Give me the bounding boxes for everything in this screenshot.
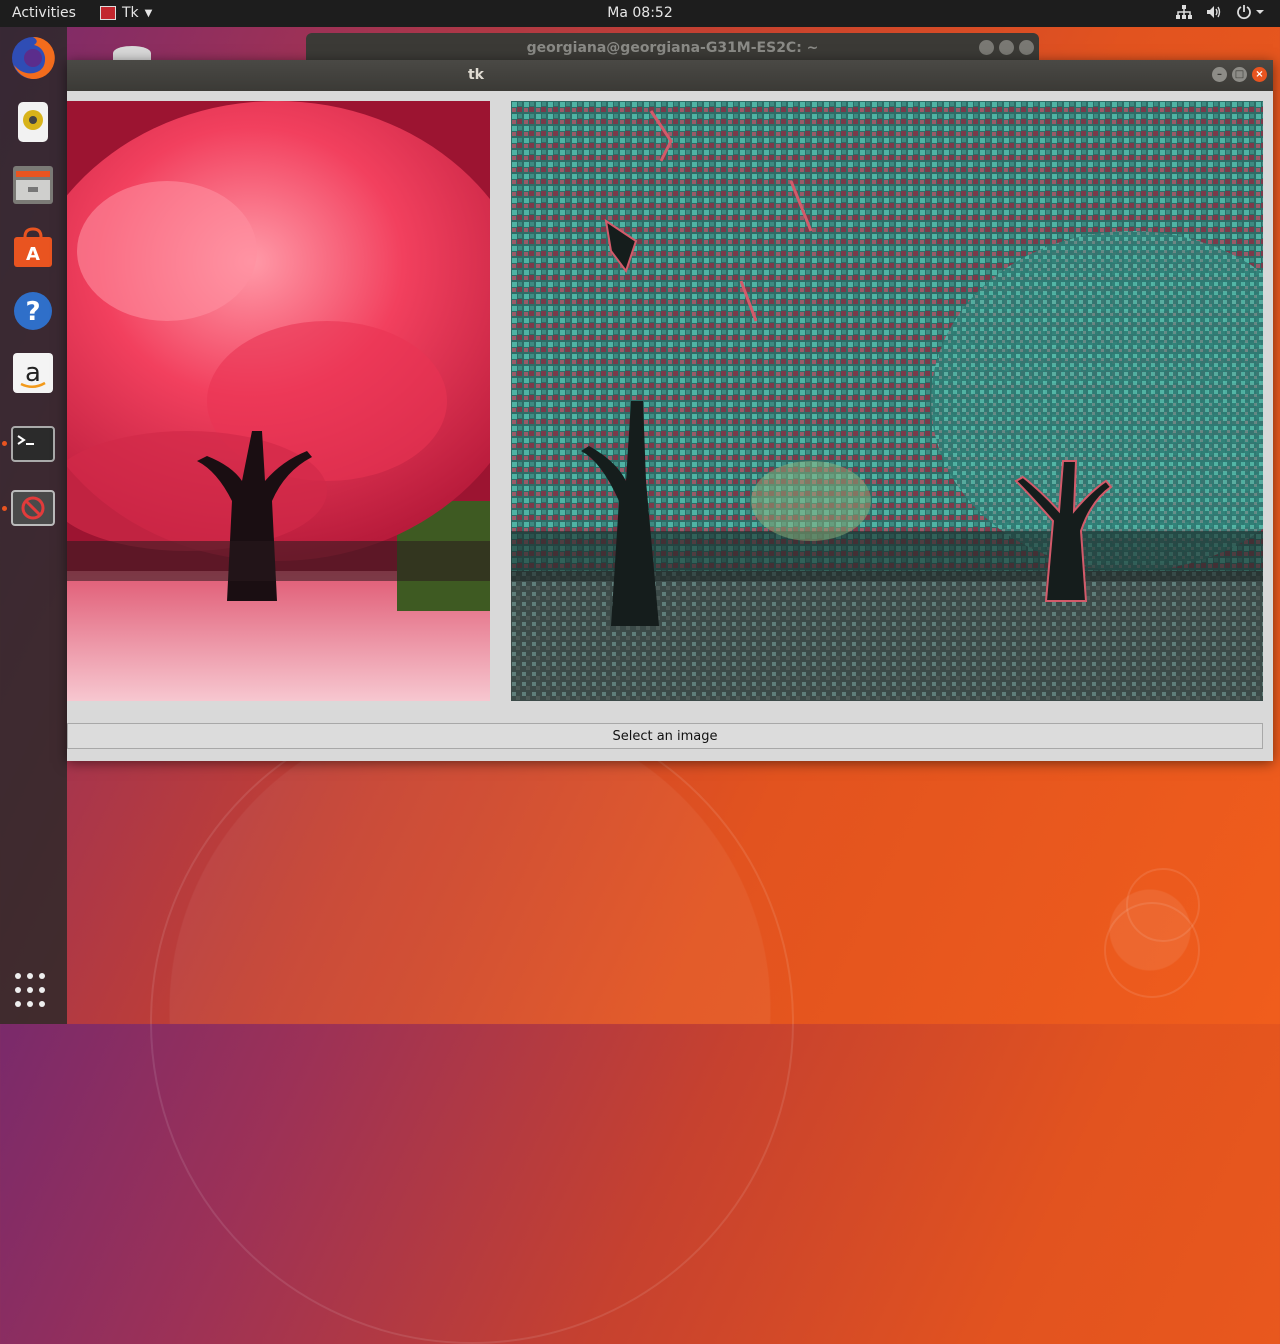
dock-item-software[interactable]: A xyxy=(8,223,58,273)
terminal-window-title: georgiana@georgiana-G31M-ES2C: ~ xyxy=(526,40,819,56)
clock[interactable]: Ma 08:52 xyxy=(0,5,1280,21)
dock-item-help[interactable]: ? xyxy=(8,286,58,336)
dock-item-tk-app[interactable] xyxy=(8,483,58,533)
wallpaper-ring xyxy=(150,700,794,1344)
select-image-button[interactable]: Select an image xyxy=(67,723,1263,749)
tk-app-icon xyxy=(11,490,55,526)
amazon-icon: a xyxy=(13,353,53,393)
trash-icon[interactable] xyxy=(113,46,151,60)
power-icon xyxy=(1237,5,1264,20)
running-indicator xyxy=(2,441,7,446)
processed-image-picture xyxy=(511,101,1263,701)
rhythmbox-icon xyxy=(18,102,48,142)
svg-text:a: a xyxy=(25,358,41,388)
tk-window: tk – □ × Select an image xyxy=(67,60,1273,761)
network-icon xyxy=(1176,5,1192,19)
help-icon: ? xyxy=(14,292,52,330)
system-tray[interactable] xyxy=(1176,4,1266,20)
terminal-window[interactable]: georgiana@georgiana-G31M-ES2C: ~ xyxy=(306,33,1039,63)
tk-window-title: tk xyxy=(467,67,484,83)
tk-window-titlebar[interactable]: tk – □ × xyxy=(67,60,1273,91)
processed-image xyxy=(511,101,1263,701)
minimize-button[interactable] xyxy=(979,40,994,55)
chevron-down-icon: ▼ xyxy=(144,7,153,19)
dock-item-amazon[interactable]: a xyxy=(8,348,58,398)
show-applications-icon[interactable] xyxy=(15,973,51,1009)
dock-item-rhythmbox[interactable] xyxy=(8,97,58,147)
svg-text:?: ? xyxy=(25,297,40,327)
dock: A ? a xyxy=(0,27,67,1024)
top-bar: Activities Tk ▼ Ma 08:52 xyxy=(0,0,1280,27)
close-button[interactable] xyxy=(1019,40,1034,55)
dock-item-firefox[interactable] xyxy=(8,33,58,83)
maximize-button[interactable] xyxy=(999,40,1014,55)
original-image xyxy=(67,101,490,701)
volume-icon xyxy=(1207,6,1221,18)
wallpaper-ring xyxy=(1104,902,1200,998)
tk-app-small-icon xyxy=(100,6,116,20)
original-image-picture xyxy=(67,101,490,701)
running-indicator xyxy=(2,506,7,511)
minimize-button[interactable]: – xyxy=(1212,67,1227,82)
activities-button[interactable]: Activities xyxy=(12,5,76,21)
maximize-button[interactable]: □ xyxy=(1232,67,1247,82)
software-center-icon: A xyxy=(14,227,52,267)
firefox-icon xyxy=(12,36,55,79)
terminal-icon xyxy=(11,426,55,462)
svg-text:A: A xyxy=(26,244,40,265)
dock-item-files[interactable] xyxy=(8,160,58,210)
files-icon xyxy=(13,166,53,204)
dock-item-terminal[interactable] xyxy=(8,419,58,469)
app-menu[interactable]: Tk ▼ xyxy=(100,5,152,21)
app-menu-label: Tk xyxy=(122,5,139,21)
close-button[interactable]: × xyxy=(1252,67,1267,82)
